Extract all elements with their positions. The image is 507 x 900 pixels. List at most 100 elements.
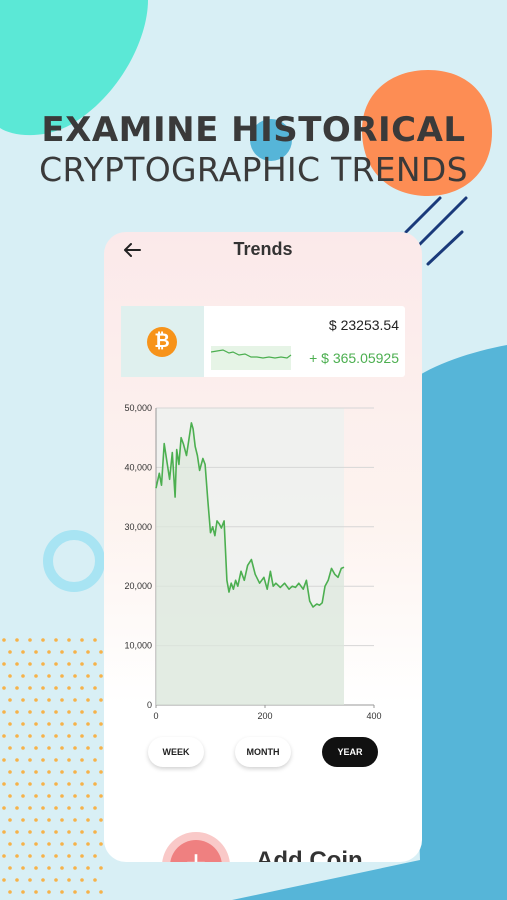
pattern-dot — [67, 854, 71, 858]
pattern-dot — [73, 722, 77, 726]
pattern-dot — [21, 890, 25, 894]
pattern-dot — [41, 710, 45, 714]
pattern-dot — [15, 686, 19, 690]
sparkline — [211, 346, 292, 370]
pattern-dot — [34, 722, 38, 726]
pattern-dot — [28, 782, 32, 786]
pattern-dot — [86, 794, 90, 798]
pattern-dot — [54, 878, 58, 882]
y-tick-label: 0 — [147, 700, 152, 710]
pattern-dot — [73, 890, 77, 894]
pattern-dot — [93, 734, 97, 738]
pattern-dot — [93, 830, 97, 834]
pattern-dot — [2, 734, 6, 738]
pattern-dot — [34, 698, 38, 702]
pattern-dot — [34, 818, 38, 822]
pattern-dot — [73, 770, 77, 774]
timeframe-year-button[interactable]: YEAR — [322, 737, 378, 767]
pattern-dot — [60, 674, 64, 678]
pattern-dot — [80, 662, 84, 666]
pattern-dot — [86, 698, 90, 702]
coin-card[interactable]: ₿ $ 23253.54 + $ 365.05925 — [121, 306, 405, 377]
pattern-dot — [8, 746, 12, 750]
pattern-dot — [99, 842, 103, 846]
pattern-dot — [2, 638, 6, 642]
pattern-dot — [67, 878, 71, 882]
pattern-dot — [21, 866, 25, 870]
pattern-dot — [34, 842, 38, 846]
pattern-dot — [21, 818, 25, 822]
pattern-dot — [80, 854, 84, 858]
pattern-dot — [86, 722, 90, 726]
pattern-dot — [15, 710, 19, 714]
pattern-dot — [99, 650, 103, 654]
pattern-dot — [47, 650, 51, 654]
pattern-dot — [8, 818, 12, 822]
add-coin-label[interactable]: Add Coin — [256, 847, 363, 862]
pattern-dot — [60, 794, 64, 798]
pattern-dot — [54, 638, 58, 642]
pattern-dot — [67, 662, 71, 666]
pattern-dot — [99, 794, 103, 798]
pattern-dot — [99, 746, 103, 750]
y-tick-label: 50,000 — [124, 403, 152, 413]
pattern-dot — [28, 758, 32, 762]
ring-decoration — [43, 530, 105, 592]
pattern-dot — [86, 890, 90, 894]
pattern-dot — [21, 770, 25, 774]
pattern-dot — [86, 650, 90, 654]
pattern-dot — [28, 686, 32, 690]
pattern-dot — [80, 638, 84, 642]
pattern-dot — [67, 782, 71, 786]
pattern-dot — [41, 686, 45, 690]
pattern-dot — [41, 734, 45, 738]
pattern-dot — [21, 674, 25, 678]
app-header: Trends — [104, 232, 422, 268]
pattern-dot — [99, 770, 103, 774]
y-tick-label: 40,000 — [124, 462, 152, 472]
pattern-dot — [93, 758, 97, 762]
pattern-dot — [86, 746, 90, 750]
pattern-dot — [28, 734, 32, 738]
y-tick-label: 10,000 — [124, 641, 152, 651]
pattern-dot — [8, 770, 12, 774]
pattern-dot — [2, 662, 6, 666]
pattern-dot — [34, 746, 38, 750]
pattern-dot — [93, 782, 97, 786]
pattern-dot — [15, 638, 19, 642]
pattern-dot — [54, 734, 58, 738]
timeframe-week-button[interactable]: WEEK — [148, 737, 204, 767]
pattern-dot — [2, 806, 6, 810]
pattern-dot — [86, 842, 90, 846]
pattern-dot — [54, 758, 58, 762]
pattern-dot — [99, 674, 103, 678]
pattern-dot — [21, 698, 25, 702]
pattern-dot — [47, 674, 51, 678]
pattern-dot — [8, 650, 12, 654]
pattern-dot — [73, 674, 77, 678]
pattern-dot — [73, 650, 77, 654]
pattern-dot — [34, 674, 38, 678]
pattern-dot — [34, 770, 38, 774]
pattern-dot — [28, 854, 32, 858]
timeframe-month-button[interactable]: MONTH — [235, 737, 291, 767]
pattern-dot — [28, 710, 32, 714]
pattern-dot — [93, 854, 97, 858]
pattern-dot — [60, 770, 64, 774]
pattern-dot — [2, 878, 6, 882]
pattern-dot — [99, 890, 103, 894]
coin-change: + $ 365.05925 — [309, 350, 399, 366]
pattern-dot — [47, 890, 51, 894]
pattern-dot — [21, 722, 25, 726]
pattern-dot — [34, 890, 38, 894]
pattern-dot — [47, 794, 51, 798]
pattern-dot — [21, 842, 25, 846]
pattern-dot — [47, 722, 51, 726]
pattern-dot — [41, 806, 45, 810]
pattern-dot — [99, 818, 103, 822]
add-coin-button[interactable]: + — [162, 832, 230, 862]
pattern-dot — [67, 710, 71, 714]
pattern-dot — [2, 758, 6, 762]
pattern-dot — [80, 806, 84, 810]
pattern-dot — [41, 782, 45, 786]
